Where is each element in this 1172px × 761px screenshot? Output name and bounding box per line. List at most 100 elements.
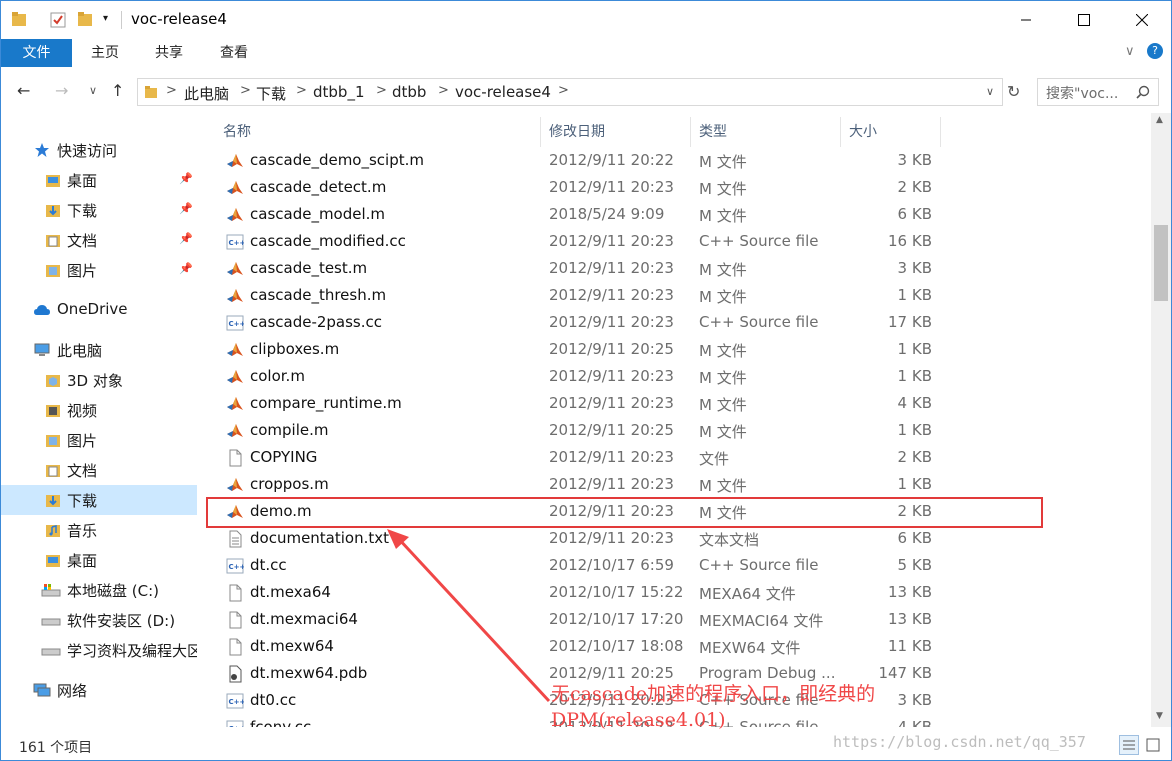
sidebar-item-desktop-pc[interactable]: 桌面	[1, 545, 197, 575]
sidebar-item-onedrive[interactable]: OneDrive	[1, 295, 197, 325]
recent-locations-icon[interactable]: ∨	[89, 84, 97, 97]
matlab-file-icon	[227, 154, 243, 167]
sidebar-item-documents[interactable]: 文档	[1, 455, 197, 485]
vertical-scrollbar[interactable]: ▲ ▼	[1151, 113, 1171, 727]
file-row[interactable]: dt.mexw64 2012/10/17 18:08 MEXW64 文件 11 KB	[201, 633, 1151, 660]
tab-file[interactable]: 文件	[1, 39, 72, 67]
svg-text:C++: C++	[229, 563, 245, 571]
file-row[interactable]: clipboxes.m 2012/9/11 20:25 M 文件 1 KB	[201, 336, 1151, 363]
file-date: 2012/10/17 17:20	[549, 610, 684, 628]
matlab-file-icon	[227, 289, 243, 302]
sidebar-item-downloads[interactable]: 下载	[1, 485, 197, 515]
picture-icon	[46, 265, 60, 277]
column-header-type[interactable]: 类型	[691, 117, 841, 147]
file-type: Program Debug ...	[699, 664, 836, 682]
download-icon	[46, 495, 60, 507]
sidebar-item-music[interactable]: 音乐	[1, 515, 197, 545]
back-arrow-icon[interactable]: ←	[17, 81, 30, 100]
tab-view[interactable]: 查看	[212, 39, 256, 67]
file-date: 2012/9/11 20:22	[549, 151, 674, 169]
refresh-icon[interactable]: ↻	[1007, 82, 1020, 101]
sidebar-item-label: 下载	[67, 492, 98, 510]
sidebar-item-3d-objects[interactable]: 3D 对象	[1, 365, 197, 395]
scrollbar-thumb[interactable]	[1154, 225, 1168, 301]
file-row[interactable]: cascade_demo_scipt.m 2012/9/11 20:22 M 文件 3…	[201, 147, 1151, 174]
file-row[interactable]: cascade_test.m 2012/9/11 20:23 M 文件 3 KB	[201, 255, 1151, 282]
breadcrumb-voc-release4[interactable]: voc-release4	[455, 83, 551, 101]
file-date: 2012/9/11 20:23	[549, 367, 674, 385]
sidebar-item-desktop[interactable]: 桌面 📌	[1, 165, 197, 195]
scroll-down-icon[interactable]: ▼	[1156, 711, 1163, 721]
file-row[interactable]: cascade_detect.m 2012/9/11 20:23 M 文件 2 KB	[201, 174, 1151, 201]
sidebar-item-pictures[interactable]: 图片	[1, 425, 197, 455]
column-header-date[interactable]: 修改日期	[541, 117, 691, 147]
scroll-up-icon[interactable]: ▲	[1156, 115, 1163, 125]
maximize-button[interactable]	[1055, 1, 1113, 39]
new-folder-icon[interactable]	[77, 11, 93, 27]
sidebar-item-quick-access[interactable]: 快速访问	[1, 135, 197, 165]
file-name: clipboxes.m	[250, 340, 340, 358]
breadcrumb-dtbb[interactable]: dtbb	[392, 83, 426, 101]
tab-home[interactable]: 主页	[83, 39, 127, 67]
file-row[interactable]: cascade_model.m 2018/5/24 9:09 M 文件 6 KB	[201, 201, 1151, 228]
folder-icon[interactable]	[11, 11, 27, 27]
minimize-button[interactable]	[997, 1, 1055, 39]
up-arrow-icon[interactable]: ↑	[111, 81, 124, 100]
document-icon	[46, 465, 60, 477]
breadcrumb-downloads[interactable]: 下载	[256, 83, 286, 104]
file-name: cascade_model.m	[250, 205, 386, 223]
file-date: 2012/9/11 20:23	[549, 286, 674, 304]
file-type: 文本文档	[699, 531, 760, 549]
address-history-icon[interactable]: ∨	[986, 85, 994, 98]
file-row[interactable]: color.m 2012/9/11 20:23 M 文件 1 KB	[201, 363, 1151, 390]
file-row[interactable]: C++ cascade_modified.cc 2012/9/11 20:23 C++…	[201, 228, 1151, 255]
customize-quick-access-icon[interactable]: ▾	[103, 13, 108, 24]
expand-ribbon-icon[interactable]: ∨	[1125, 44, 1135, 59]
file-explorer-window: ▾ voc-release4 文件 主页 共享 查看 ∨ ? ← → ∨ ↑ >…	[0, 0, 1172, 761]
file-row[interactable]: dt.mexa64 2012/10/17 15:22 MEXA64 文件 13 KB	[201, 579, 1151, 606]
folder-icon	[46, 175, 60, 187]
file-row[interactable]: cascade_thresh.m 2012/9/11 20:23 M 文件 1 KB	[201, 282, 1151, 309]
large-icons-view-button[interactable]	[1143, 735, 1163, 755]
sidebar-item-label: 图片	[67, 432, 98, 450]
close-button[interactable]	[1113, 1, 1171, 39]
details-view-button[interactable]	[1119, 735, 1139, 755]
properties-icon[interactable]	[49, 11, 67, 29]
file-name: cascade_demo_scipt.m	[250, 151, 424, 169]
tab-share[interactable]: 共享	[147, 39, 191, 67]
search-input[interactable]: 搜索"voc...	[1037, 78, 1159, 106]
forward-arrow-icon[interactable]: →	[55, 81, 68, 100]
sidebar-item-documents-pinned[interactable]: 文档 📌	[1, 225, 197, 255]
help-icon[interactable]: ?	[1147, 43, 1163, 59]
file-size: 17 KB	[888, 313, 932, 331]
breadcrumb-this-pc[interactable]: 此电脑	[184, 83, 229, 104]
file-row[interactable]: documentation.txt 2012/9/11 20:23 文本文档 6 KB	[201, 525, 1151, 552]
search-icon	[1136, 85, 1150, 99]
file-row[interactable]: demo.m 2012/9/11 20:23 M 文件 2 KB	[201, 498, 1151, 525]
sidebar-item-label: OneDrive	[57, 300, 128, 318]
search-placeholder: 搜索"voc...	[1046, 86, 1119, 102]
sidebar-item-pictures-pinned[interactable]: 图片 📌	[1, 255, 197, 285]
details-view-icon	[1123, 740, 1135, 750]
sidebar-item-downloads-pinned[interactable]: 下载 📌	[1, 195, 197, 225]
file-row[interactable]: C++ cascade-2pass.cc 2012/9/11 20:23 C++ So…	[201, 309, 1151, 336]
address-bar[interactable]: > 此电脑 > 下载 > dtbb_1 > dtbb > voc-release…	[137, 78, 1003, 106]
file-row[interactable]: compare_runtime.m 2012/9/11 20:23 M 文件 4 KB	[201, 390, 1151, 417]
file-size: 3 KB	[897, 691, 932, 709]
column-header-size[interactable]: 大小	[841, 117, 941, 147]
file-row[interactable]: croppos.m 2012/9/11 20:23 M 文件 1 KB	[201, 471, 1151, 498]
file-row[interactable]: COPYING 2012/9/11 20:23 文件 2 KB	[201, 444, 1151, 471]
column-header-name[interactable]: 名称	[215, 117, 541, 147]
file-row[interactable]: compile.m 2012/9/11 20:25 M 文件 1 KB	[201, 417, 1151, 444]
sidebar-item-drive-e[interactable]: 学习资料及编程大区	[1, 635, 197, 665]
sidebar-item-label: 文档	[67, 462, 98, 480]
sidebar-item-drive-d[interactable]: 软件安装区 (D:)	[1, 605, 197, 635]
sidebar-item-videos[interactable]: 视频	[1, 395, 197, 425]
file-size: 3 KB	[897, 259, 932, 277]
file-row[interactable]: C++ dt.cc 2012/10/17 6:59 C++ Source file 5 …	[201, 552, 1151, 579]
sidebar-item-this-pc[interactable]: 此电脑	[1, 335, 197, 365]
breadcrumb-dtbb-1[interactable]: dtbb_1	[313, 83, 365, 101]
sidebar-item-network[interactable]: 网络	[1, 675, 197, 705]
sidebar-item-drive-c[interactable]: 本地磁盘 (C:)	[1, 575, 197, 605]
file-row[interactable]: dt.mexmaci64 2012/10/17 17:20 MEXMACI64 文件…	[201, 606, 1151, 633]
